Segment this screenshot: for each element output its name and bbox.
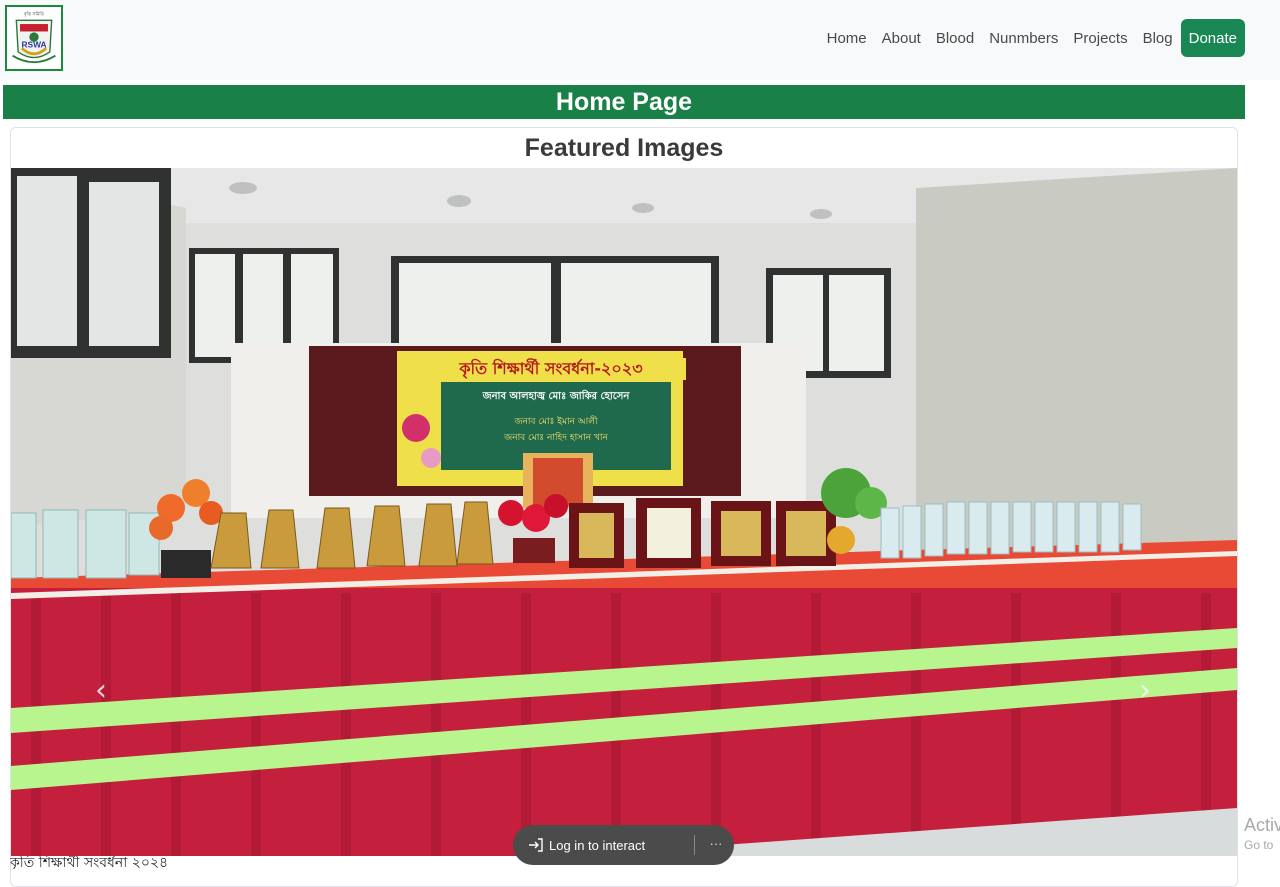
banner-line-3: জনাব মোঃ নাহিদ হাসান খান — [503, 432, 608, 443]
more-options-button[interactable]: ··· — [704, 833, 728, 857]
logo-top-text: বৃত্তি সমিতি — [23, 12, 45, 18]
site-logo[interactable]: বৃত্তি সমিতি RSWA — [5, 5, 63, 71]
nav-link-about[interactable]: About — [882, 30, 921, 47]
nav-link-blog[interactable]: Blog — [1143, 30, 1173, 47]
chevron-left-icon: ‹ — [95, 672, 107, 708]
featured-title: Featured Images — [524, 133, 724, 162]
login-label: Log in to interact — [549, 837, 646, 853]
windows-activation-watermark: Activ Go to — [1244, 815, 1280, 852]
nav-link-numbers[interactable]: Nunmbers — [989, 30, 1058, 47]
featured-carousel[interactable]: কৃতি শিক্ষার্থী সংবর্ধনা-২০২৩ জনাব আলহাজ… — [11, 168, 1237, 856]
pill-divider — [694, 835, 695, 855]
login-arrow-icon — [529, 838, 543, 852]
nav-links: Home About Blood Nunmbers Projects Blog … — [827, 19, 1245, 57]
featured-photo: কৃতি শিক্ষার্থী সংবর্ধনা-২০২৩ জনাব আলহাজ… — [11, 168, 1237, 856]
watermark-line-2: Go to — [1244, 838, 1274, 852]
nav-link-blood[interactable]: Blood — [936, 30, 974, 47]
donate-button[interactable]: Donate — [1180, 19, 1245, 57]
banner-title: কৃতি শিক্ষার্থী সংবর্ধনা-২০২৩ — [458, 358, 643, 380]
nav-link-home[interactable]: Home — [827, 30, 867, 47]
banner-line-1: জনাব আলহাজ্ব মোঃ জাকির হোসেন — [482, 389, 631, 402]
carousel-next-button[interactable]: › — [1125, 668, 1165, 712]
logo-emblem-icon: বৃত্তি সমিতি RSWA — [7, 7, 61, 69]
nav-link-projects[interactable]: Projects — [1073, 30, 1127, 47]
page-title: Home Page — [3, 85, 1245, 119]
banner-line-2: জনাব মোঃ ইমান আলী — [513, 415, 598, 427]
carousel-prev-button[interactable]: ‹ — [81, 668, 121, 712]
carousel-caption: কৃতি শিক্ষার্থী সংবর্ধনা ২০২৪ — [10, 856, 169, 869]
watermark-line-1: Activ — [1244, 815, 1280, 835]
login-to-interact-button[interactable]: Log in to interact ··· — [513, 825, 734, 865]
logo-text: RSWA — [21, 39, 46, 49]
chevron-right-icon: › — [1139, 672, 1151, 708]
navbar: বৃত্তি সমিতি RSWA Home About Blood Nunmb… — [0, 0, 1280, 80]
